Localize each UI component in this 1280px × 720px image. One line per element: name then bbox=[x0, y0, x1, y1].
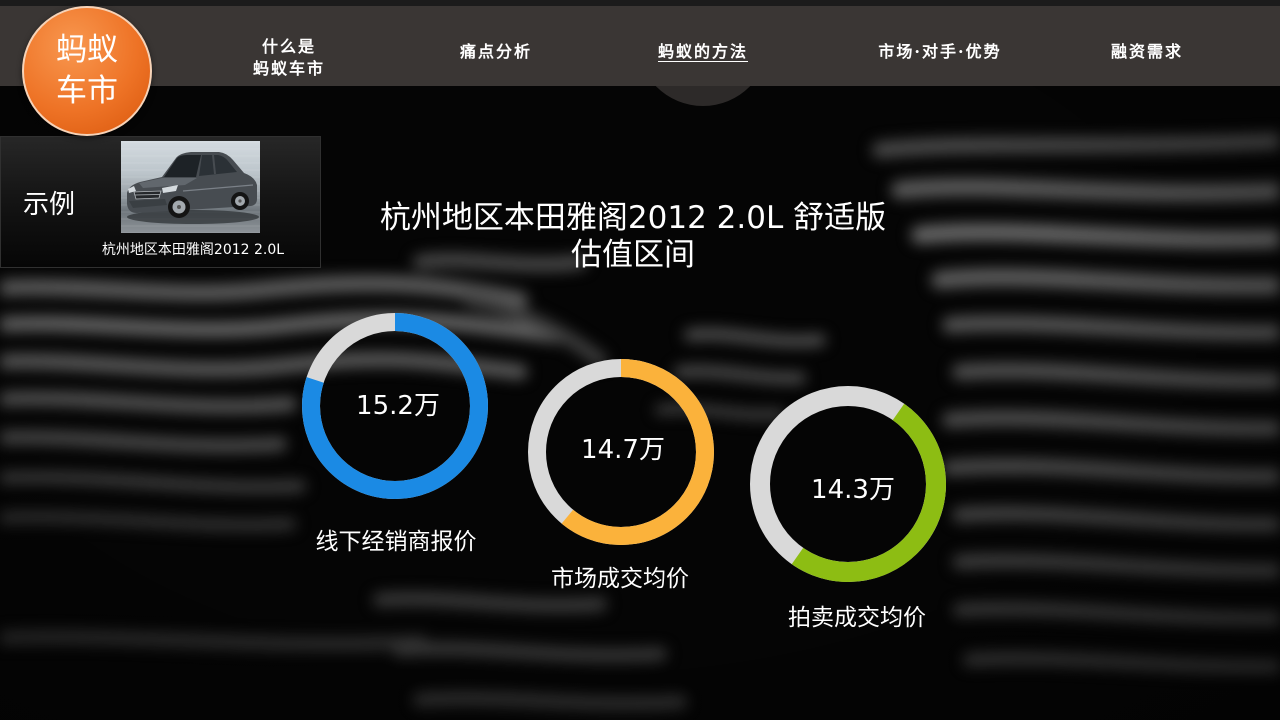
donut-label-auction-price: 拍卖成交均价 bbox=[788, 605, 926, 631]
slide: 什么是 蚂蚁车市 痛点分析 蚂蚁的方法 市场·对手·优势 融资需求 蚂蚁 车市 … bbox=[0, 0, 1280, 720]
nav-item-financing[interactable]: 融资需求 bbox=[1067, 42, 1227, 62]
nav-item-label: 融资需求 bbox=[1110, 42, 1183, 61]
nav-item-what-is[interactable]: 什么是 蚂蚁车市 bbox=[209, 36, 369, 80]
nav-item-label: 蚂蚁的方法 bbox=[657, 42, 748, 61]
nav-item-pain-points[interactable]: 痛点分析 bbox=[416, 42, 576, 62]
donut-label-market-price: 市场成交均价 bbox=[551, 566, 689, 592]
car-thumbnail bbox=[121, 141, 260, 233]
brand-logo: 蚂蚁 车市 bbox=[22, 6, 152, 136]
logo-text-line1: 蚂蚁 bbox=[56, 32, 118, 68]
example-panel: 示例 杭州地区本田雅阁2012 2.0L bbox=[0, 136, 321, 268]
car-windshield bbox=[164, 155, 201, 177]
donut-value-auction-price: 14.3万 bbox=[773, 474, 933, 506]
car-hub-front bbox=[177, 205, 181, 209]
donut-label-dealer-price: 线下经销商报价 bbox=[315, 529, 477, 555]
logo-text-line2: 车市 bbox=[56, 73, 118, 109]
value-unit: 万 bbox=[868, 475, 895, 505]
value-unit: 万 bbox=[413, 391, 440, 421]
nav-item-label-line1: 什么是 bbox=[261, 37, 316, 56]
page-title-line2: 估值区间 bbox=[571, 237, 695, 273]
donut-value-dealer-price: 15.2万 bbox=[318, 390, 478, 422]
page-title: 杭州地区本田雅阁2012 2.0L 舒适版 估值区间 bbox=[333, 200, 933, 274]
example-caption: 杭州地区本田雅阁2012 2.0L bbox=[101, 242, 285, 258]
top-nav-bar: 什么是 蚂蚁车市 痛点分析 蚂蚁的方法 市场·对手·优势 融资需求 bbox=[0, 6, 1280, 86]
nav-item-label-line2: 蚂蚁车市 bbox=[252, 59, 325, 78]
donut-value-market-price: 14.7万 bbox=[543, 434, 703, 466]
value-number: 14.3 bbox=[811, 475, 869, 505]
nav-item-label: 市场·对手·优势 bbox=[878, 42, 1002, 61]
value-number: 14.7 bbox=[581, 435, 639, 465]
value-unit: 万 bbox=[638, 435, 665, 465]
nav-item-market[interactable]: 市场·对手·优势 bbox=[860, 42, 1020, 62]
example-label: 示例 bbox=[23, 190, 76, 220]
car-photo bbox=[127, 152, 259, 224]
car-hub-rear bbox=[238, 199, 242, 203]
value-number: 15.2 bbox=[356, 391, 414, 421]
car-grille-bar bbox=[134, 194, 161, 196]
page-title-line1: 杭州地区本田雅阁2012 2.0L 舒适版 bbox=[379, 200, 887, 236]
nav-item-method[interactable]: 蚂蚁的方法 bbox=[623, 42, 783, 62]
nav-item-label: 痛点分析 bbox=[459, 42, 532, 61]
